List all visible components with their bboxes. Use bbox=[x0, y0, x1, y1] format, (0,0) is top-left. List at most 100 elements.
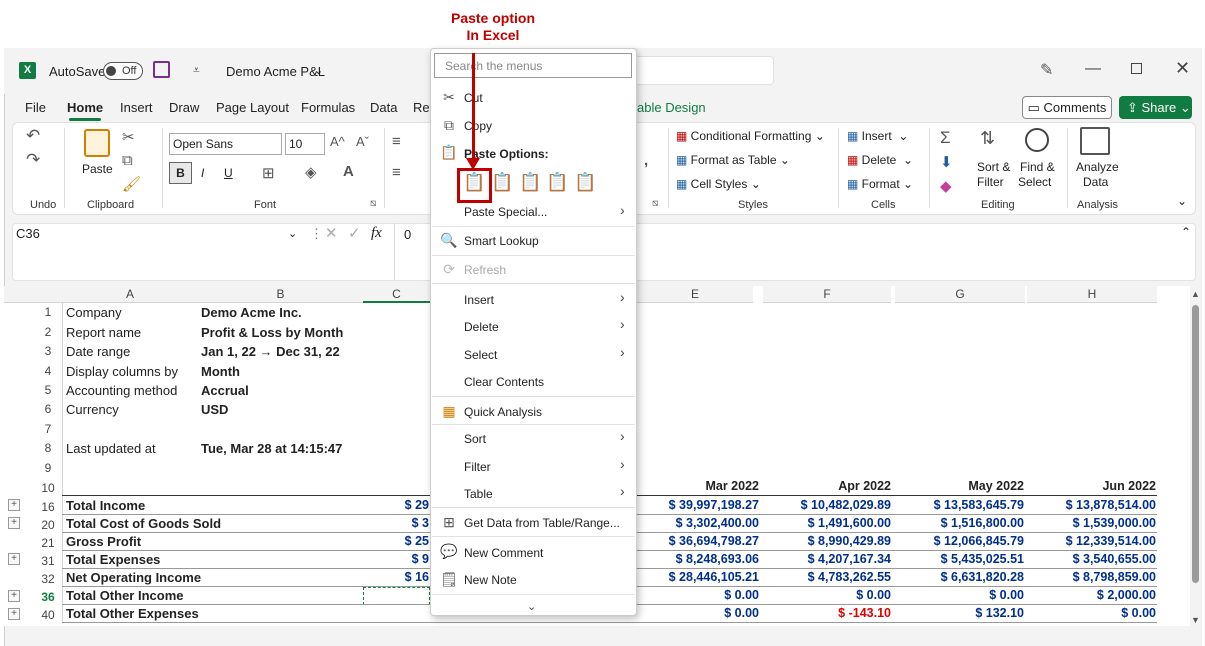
row-header[interactable]: 10 bbox=[34, 481, 62, 495]
cell-label[interactable]: Total Other Expenses bbox=[66, 606, 199, 621]
tab-file[interactable]: File bbox=[25, 100, 46, 115]
paste-formulas-icon[interactable]: 📋 bbox=[519, 172, 541, 196]
clear-icon[interactable]: ◆ bbox=[940, 177, 952, 195]
row-header[interactable]: 9 bbox=[34, 461, 62, 475]
menu-item-select[interactable]: Select bbox=[464, 348, 497, 362]
cell-g[interactable]: $ 5,435,025.51 bbox=[895, 552, 1024, 566]
cell-styles-button[interactable]: ▦ Cell Styles ⌄ bbox=[676, 177, 761, 191]
cell-a6[interactable]: Currency bbox=[66, 402, 119, 417]
cell-f[interactable]: $ 1,491,600.00 bbox=[763, 516, 891, 530]
expand-row-button[interactable]: + bbox=[8, 517, 20, 529]
tab-table-design[interactable]: able Design bbox=[637, 100, 706, 115]
formula-collapse-icon[interactable]: ⌃ bbox=[1181, 225, 1191, 239]
restore-icon[interactable] bbox=[1131, 63, 1142, 74]
customize-toolbar-icon[interactable]: ⩡ bbox=[193, 63, 200, 78]
row-header[interactable]: 32 bbox=[34, 572, 62, 586]
cell-a8[interactable]: Last updated at bbox=[66, 441, 156, 456]
cell-label[interactable]: Total Expenses bbox=[66, 552, 160, 567]
menu-item-new-comment[interactable]: New Comment bbox=[464, 546, 543, 560]
sort-filter-label[interactable]: Sort & bbox=[977, 160, 1010, 174]
cell-f[interactable]: $ 4,783,262.55 bbox=[763, 570, 891, 584]
cell-f-negative[interactable]: $ -143.10 bbox=[763, 606, 891, 620]
cell-f[interactable]: $ 0.00 bbox=[763, 588, 891, 602]
cell-f[interactable]: $ 10,482,029.89 bbox=[763, 498, 891, 512]
cell-f[interactable]: $ 8,990,429.89 bbox=[763, 534, 891, 548]
scroll-down-icon[interactable]: ▼ bbox=[1191, 615, 1200, 625]
cell-c[interactable]: $ 9 bbox=[363, 552, 429, 566]
font-name-select[interactable]: Open Sans bbox=[169, 133, 282, 155]
align-left-icon[interactable]: ≡ bbox=[392, 164, 401, 181]
ribbon-collapse-icon[interactable]: ⌄ bbox=[1177, 194, 1187, 208]
cell-e10[interactable]: Mar 2022 bbox=[637, 479, 759, 493]
row-header[interactable]: 7 bbox=[34, 422, 62, 436]
menu-item-quick-analysis[interactable]: Quick Analysis bbox=[464, 405, 542, 419]
menu-item-get-data[interactable]: Get Data from Table/Range... bbox=[464, 516, 620, 530]
pen-icon[interactable]: ✎ bbox=[1040, 60, 1053, 80]
cell-b8[interactable]: Tue, Mar 28 at 14:15:47 bbox=[201, 441, 342, 456]
cell-e[interactable]: $ 39,997,198.27 bbox=[637, 498, 759, 512]
menu-item-smart-lookup[interactable]: Smart Lookup bbox=[464, 234, 539, 248]
decrease-font-icon[interactable]: Aˇ bbox=[356, 134, 369, 149]
copy-icon[interactable]: ⧉ bbox=[122, 152, 133, 169]
row-header[interactable]: 4 bbox=[34, 364, 62, 378]
comments-button[interactable]: ▭ Comments bbox=[1022, 96, 1112, 119]
cell-b6[interactable]: USD bbox=[201, 402, 228, 417]
menu-item-delete[interactable]: Delete bbox=[464, 320, 499, 334]
cell-a5[interactable]: Accounting method bbox=[66, 383, 177, 398]
paste-formatting-icon[interactable]: 📋 bbox=[574, 172, 596, 196]
cell-b1[interactable]: Demo Acme Inc. bbox=[201, 305, 302, 320]
column-header-f[interactable]: F bbox=[763, 286, 891, 303]
sort-filter-label-2[interactable]: Filter bbox=[977, 175, 1004, 189]
cell-a2[interactable]: Report name bbox=[66, 325, 141, 340]
scroll-thumb[interactable] bbox=[1192, 305, 1199, 583]
bold-button[interactable]: B bbox=[169, 162, 192, 184]
sort-filter-icon[interactable]: ⇅ bbox=[980, 128, 995, 149]
enter-icon[interactable]: ✓ bbox=[348, 224, 361, 242]
cell-label[interactable]: Total Other Income bbox=[66, 588, 184, 603]
share-button[interactable]: ⇪ Share ⌄ bbox=[1119, 96, 1192, 119]
cell-e[interactable]: $ 3,302,400.00 bbox=[637, 516, 759, 530]
font-size-select[interactable]: 10 bbox=[285, 133, 325, 155]
conditional-formatting-button[interactable]: ▦ Conditional Formatting ⌄ bbox=[676, 129, 825, 143]
cell-g[interactable]: $ 132.10 bbox=[895, 606, 1024, 620]
scroll-up-icon[interactable]: ▲ bbox=[1191, 289, 1200, 299]
cell-e[interactable]: $ 28,446,105.21 bbox=[637, 570, 759, 584]
cell-b5[interactable]: Accrual bbox=[201, 383, 249, 398]
tab-home[interactable]: Home bbox=[67, 100, 103, 115]
cell-f[interactable]: $ 4,207,167.34 bbox=[763, 552, 891, 566]
menu-search-input[interactable]: Search the menus bbox=[434, 53, 632, 78]
select-all-corner[interactable] bbox=[4, 286, 62, 303]
tab-formulas[interactable]: Formulas bbox=[301, 100, 355, 115]
paste-values-icon[interactable]: 📋 bbox=[491, 172, 513, 196]
cell-e[interactable]: $ 8,248,693.06 bbox=[637, 552, 759, 566]
menu-item-refresh[interactable]: Refresh bbox=[464, 263, 506, 277]
tab-data[interactable]: Data bbox=[370, 100, 397, 115]
column-header-b[interactable]: B bbox=[198, 286, 363, 303]
number-dialog-launcher-icon[interactable]: ⧅ bbox=[652, 198, 658, 209]
row-header[interactable]: 6 bbox=[34, 402, 62, 416]
italic-button[interactable]: I bbox=[201, 166, 204, 180]
row-header[interactable]: 8 bbox=[34, 441, 62, 455]
row-header[interactable]: 21 bbox=[34, 536, 62, 550]
cell-e[interactable]: $ 0.00 bbox=[637, 606, 759, 620]
tab-insert[interactable]: Insert bbox=[120, 100, 153, 115]
column-header-a[interactable]: A bbox=[62, 286, 198, 303]
paste-label[interactable]: Paste bbox=[82, 162, 113, 176]
cell-e[interactable]: $ 36,694,798.27 bbox=[637, 534, 759, 548]
formula-input[interactable]: 0 bbox=[404, 227, 411, 242]
cell-c[interactable]: $ 29 bbox=[363, 498, 429, 512]
column-header-h[interactable]: H bbox=[1027, 286, 1157, 303]
cell-c[interactable]: $ 3 bbox=[363, 516, 429, 530]
menu-item-new-note[interactable]: New Note bbox=[464, 573, 517, 587]
menu-item-table[interactable]: Table bbox=[464, 487, 493, 501]
expand-row-button[interactable]: + bbox=[8, 590, 20, 602]
align-top-icon[interactable]: ≡ bbox=[392, 133, 401, 150]
expand-row-button[interactable]: + bbox=[8, 608, 20, 620]
borders-icon[interactable]: ⊞ bbox=[262, 164, 275, 182]
cell-h[interactable]: $ 3,540,655.00 bbox=[1027, 552, 1156, 566]
cell-h[interactable]: $ 2,000.00 bbox=[1027, 588, 1156, 602]
comma-style-icon[interactable]: , bbox=[644, 152, 648, 169]
redo-icon[interactable]: ↷ bbox=[26, 150, 40, 170]
font-dialog-launcher-icon[interactable]: ⧅ bbox=[370, 198, 376, 209]
format-painter-icon[interactable]: 🖌 bbox=[122, 175, 141, 193]
